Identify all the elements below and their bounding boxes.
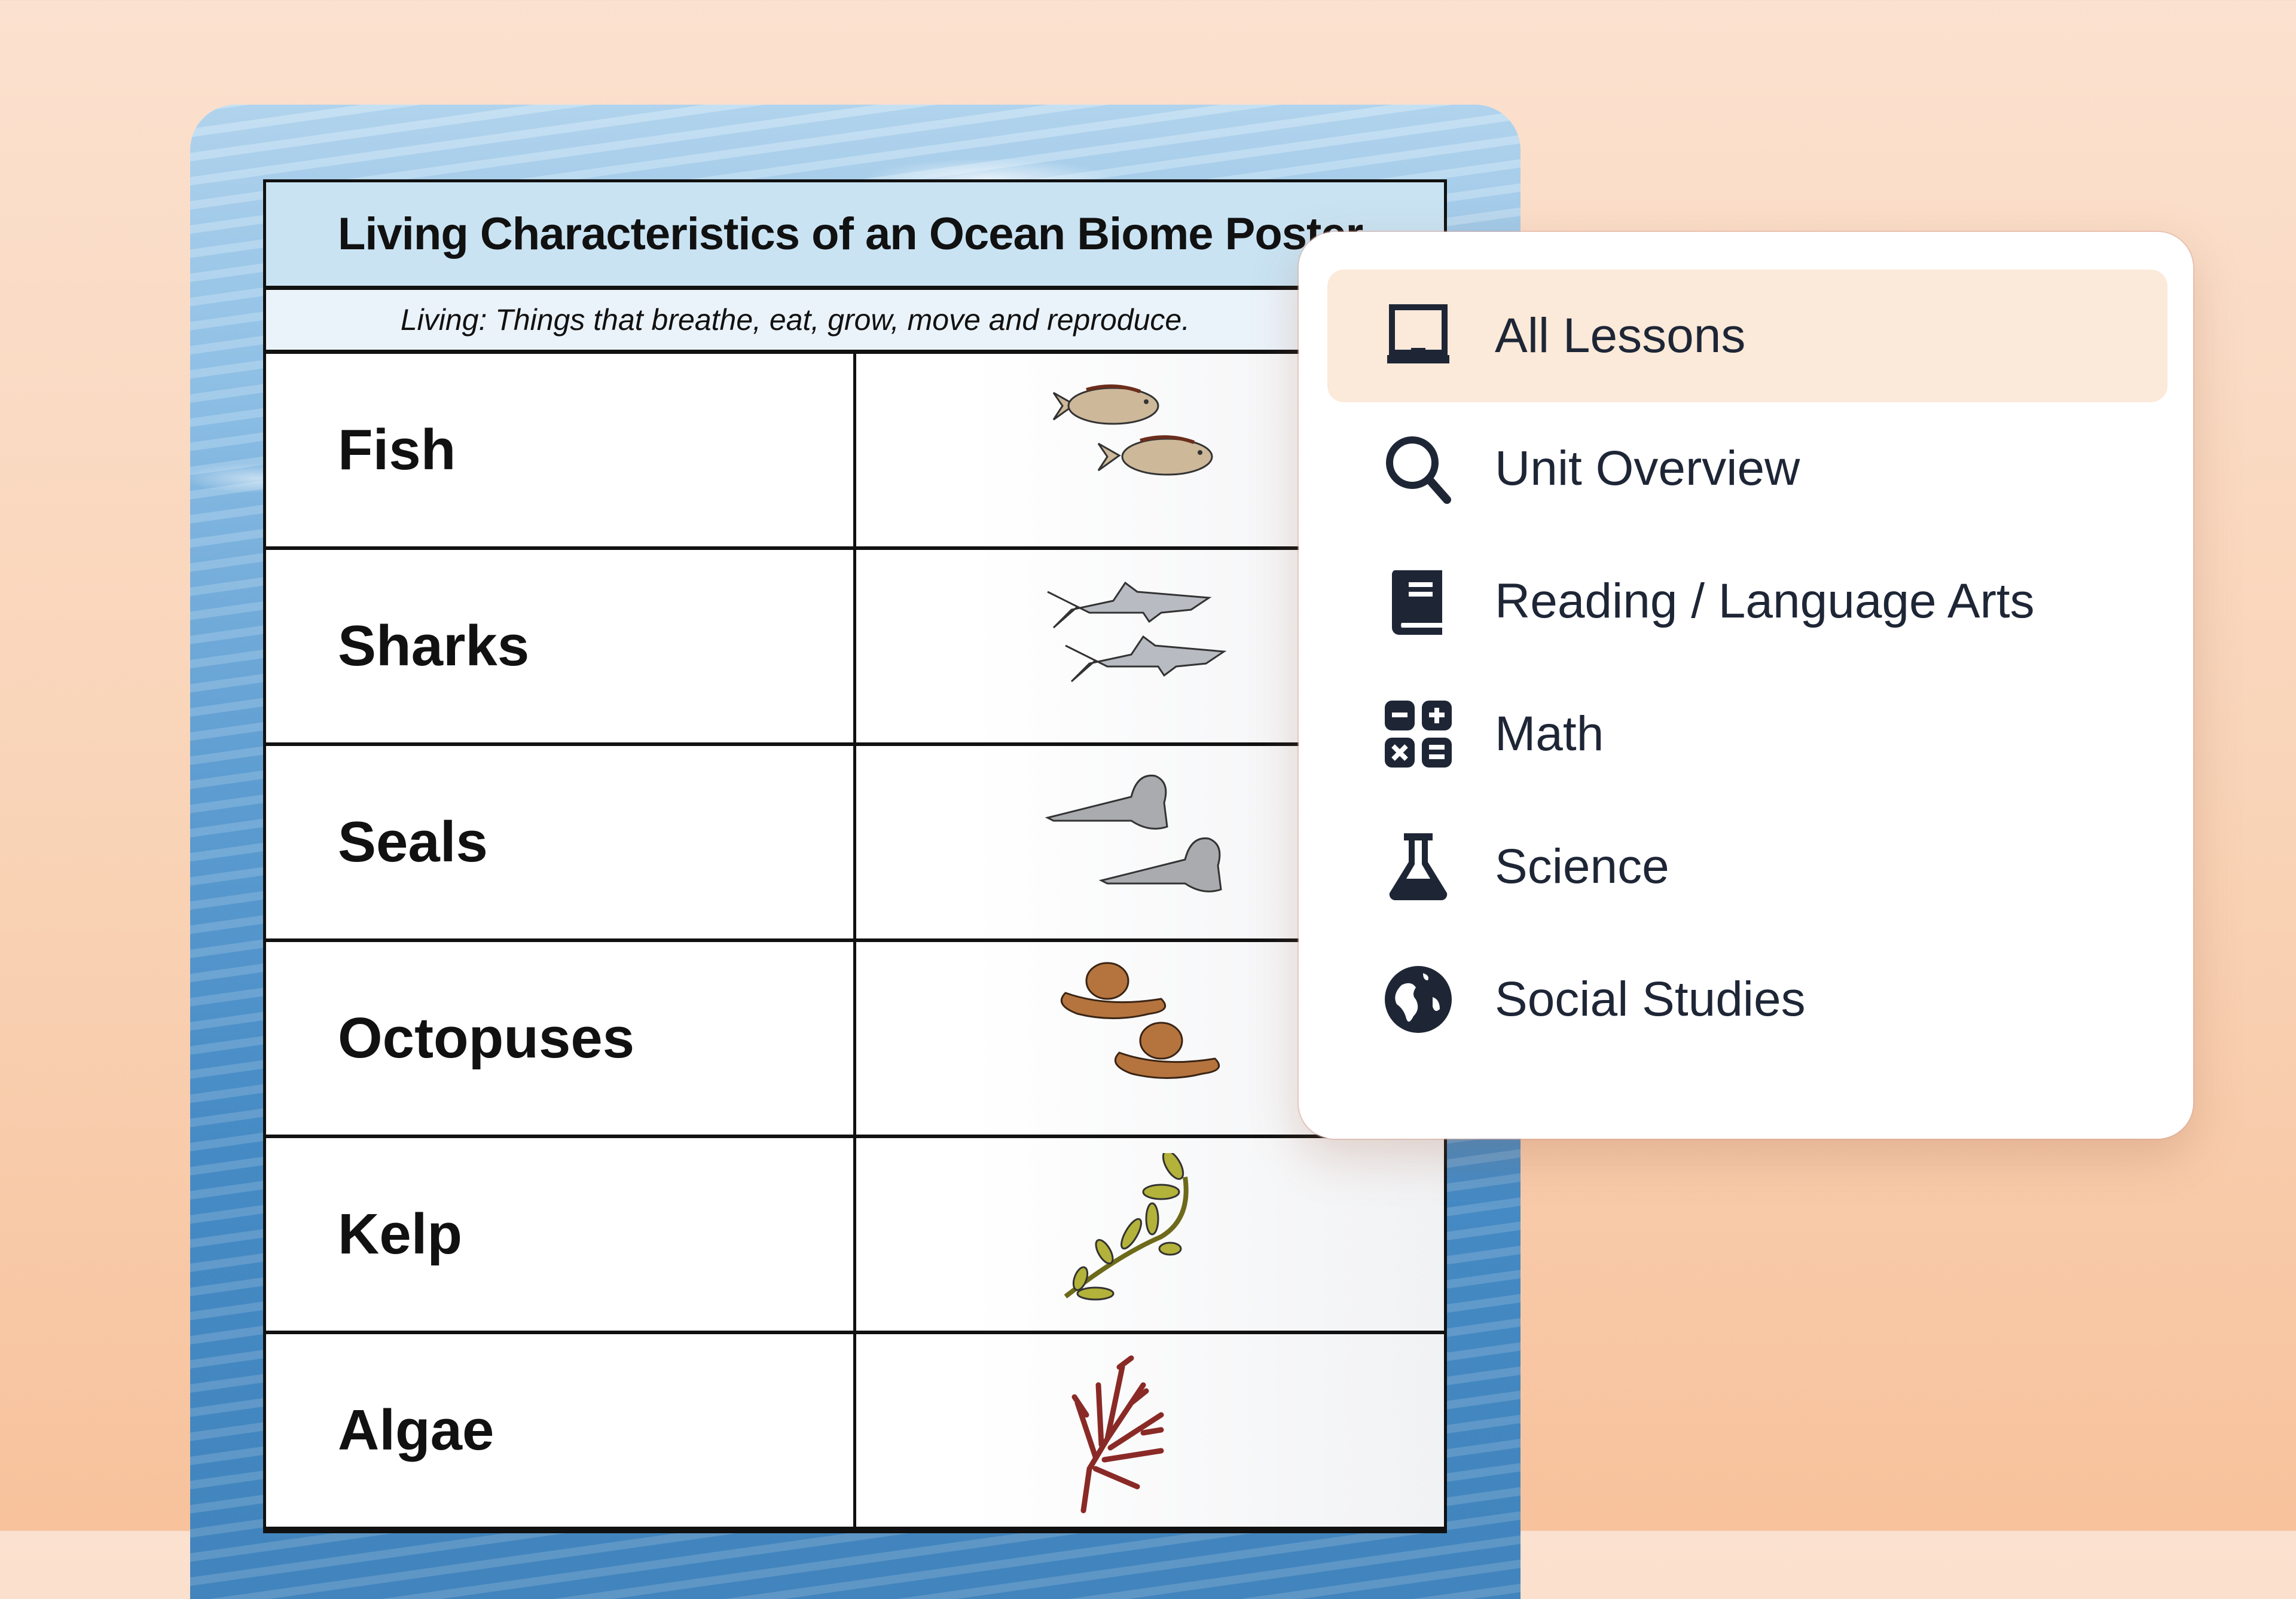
row-label: Seals bbox=[338, 810, 488, 874]
table-row: Fish bbox=[266, 354, 1444, 550]
algae-illustration-icon bbox=[1071, 1355, 1164, 1514]
octopus-illustration-icon bbox=[1060, 962, 1220, 1079]
search-icon bbox=[1386, 436, 1451, 504]
laptop-icon bbox=[1387, 304, 1449, 363]
poster-title-row: Living Characteristics of an Ocean Biome… bbox=[266, 182, 1444, 290]
menu-item-science[interactable]: Science bbox=[1327, 800, 2167, 933]
row-label: Algae bbox=[338, 1398, 494, 1462]
menu-item-unit-overview[interactable]: Unit Overview bbox=[1327, 402, 2167, 535]
poster-subtitle: Living: Things that breathe, eat, grow, … bbox=[400, 303, 1190, 337]
menu-item-label: Social Studies bbox=[1495, 972, 1806, 1026]
menu-item-label: Unit Overview bbox=[1495, 441, 1800, 496]
globe-icon bbox=[1385, 966, 1452, 1033]
menu-item-label: Science bbox=[1495, 839, 1669, 894]
shark-illustration-icon bbox=[1047, 581, 1227, 683]
menu-item-all-lessons[interactable]: All Lessons bbox=[1327, 270, 2167, 402]
seal-illustration-icon bbox=[1045, 774, 1222, 892]
poster-subtitle-row: Living: Things that breathe, eat, grow, … bbox=[266, 290, 1444, 354]
kelp-illustration-icon bbox=[1064, 1153, 1189, 1301]
poster-table: Living Characteristics of an Ocean Biome… bbox=[263, 179, 1447, 1533]
row-label: Octopuses bbox=[338, 1006, 635, 1070]
table-row: Seals bbox=[266, 746, 1444, 942]
menu-item-reading-language-arts[interactable]: Reading / Language Arts bbox=[1327, 535, 2167, 668]
fish-illustration-icon bbox=[1052, 384, 1213, 476]
row-label: Fish bbox=[338, 418, 456, 482]
table-row: Algae bbox=[266, 1334, 1444, 1530]
menu-item-label: All Lessons bbox=[1495, 308, 1746, 363]
row-label: Sharks bbox=[338, 614, 530, 678]
menu-item-social-studies[interactable]: Social Studies bbox=[1327, 933, 2167, 1066]
row-label: Kelp bbox=[338, 1202, 463, 1266]
poster-title: Living Characteristics of an Ocean Biome… bbox=[338, 209, 1363, 259]
flask-icon bbox=[1389, 833, 1448, 900]
subject-menu: All Lessons Unit Overview Reading / Lang… bbox=[1299, 232, 2193, 1139]
table-row: Octopuses bbox=[266, 942, 1444, 1138]
menu-item-label: Reading / Language Arts bbox=[1495, 574, 2035, 628]
calculator-icon bbox=[1385, 701, 1452, 768]
menu-item-math[interactable]: Math bbox=[1327, 668, 2167, 800]
table-row: Sharks bbox=[266, 550, 1444, 746]
menu-item-label: Math bbox=[1495, 707, 1604, 761]
table-row: Kelp bbox=[266, 1138, 1444, 1334]
book-icon bbox=[1391, 570, 1442, 635]
